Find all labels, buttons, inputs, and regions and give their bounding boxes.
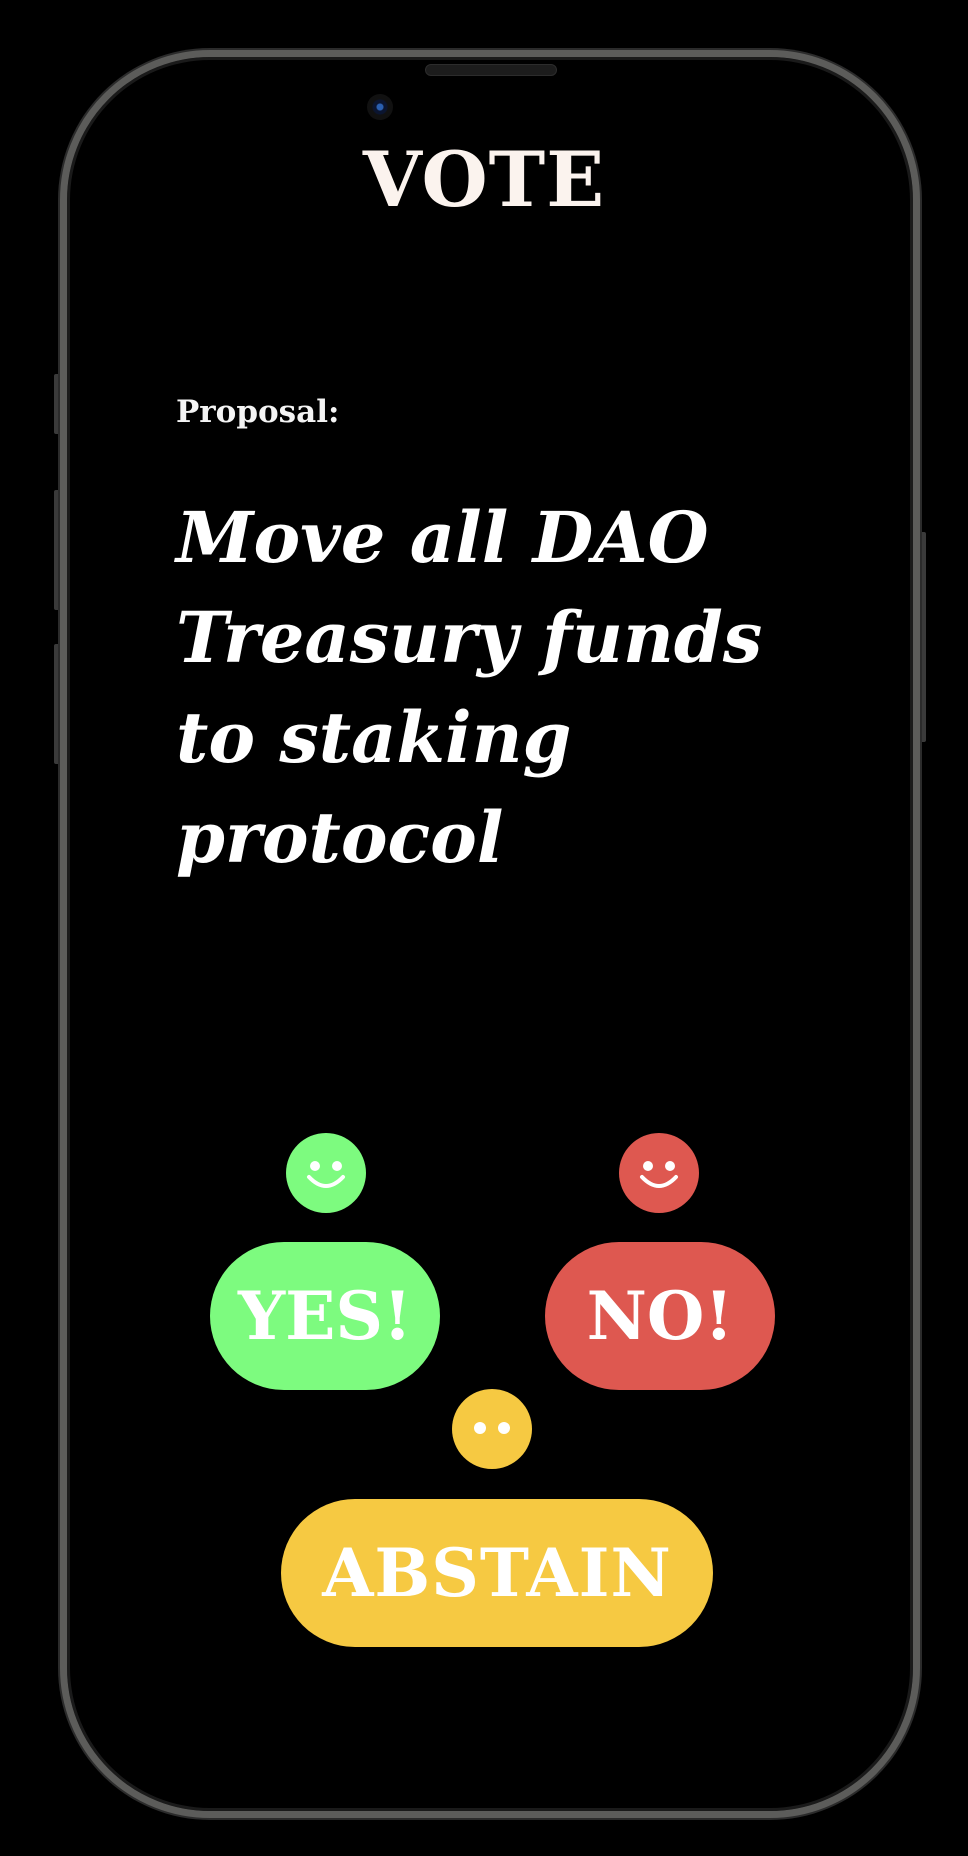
abstain-face-right-eye — [498, 1422, 510, 1434]
yes-face-left-eye — [310, 1161, 320, 1171]
front-camera-icon — [367, 94, 393, 120]
abstain-face-left-eye — [474, 1422, 486, 1434]
no-face-left-eye — [643, 1161, 653, 1171]
no-button[interactable]: NO! — [545, 1242, 775, 1390]
power-button — [920, 532, 926, 742]
yes-smiley-face-icon-svg — [286, 1133, 366, 1213]
no-face-right-eye — [665, 1161, 675, 1171]
abstain-face-circle — [452, 1389, 532, 1469]
page-title: VOTE — [362, 135, 606, 224]
earpiece-speaker — [425, 64, 557, 76]
proposal-text: Move all DAO Treasury funds to staking p… — [176, 496, 763, 879]
yes-face-circle — [286, 1133, 366, 1213]
no-face-circle — [619, 1133, 699, 1213]
yes-smiley-face-icon — [286, 1133, 366, 1213]
yes-button[interactable]: YES! — [210, 1242, 440, 1390]
abstain-button[interactable]: ABSTAIN — [281, 1499, 713, 1647]
no-smiley-face-icon — [619, 1133, 699, 1213]
no-smiley-face-icon-svg — [619, 1133, 699, 1213]
proposal-label: Proposal: — [176, 394, 340, 430]
abstain-neutral-face-icon-svg — [452, 1389, 532, 1469]
abstain-neutral-face-icon — [452, 1389, 532, 1469]
yes-face-right-eye — [332, 1161, 342, 1171]
